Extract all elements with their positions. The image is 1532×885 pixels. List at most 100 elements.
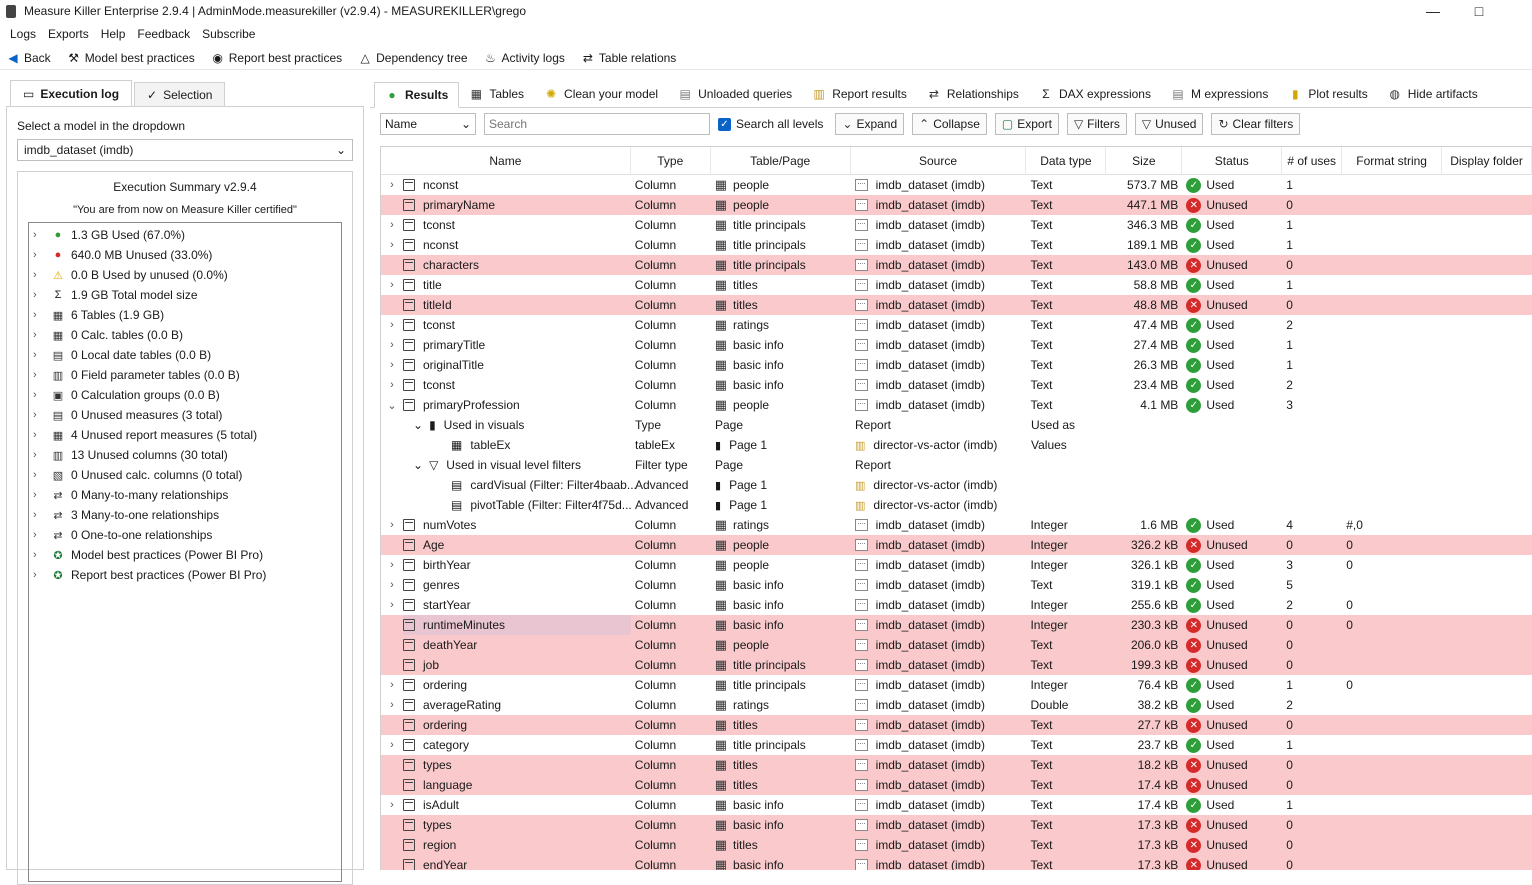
summary-item[interactable]: › ✪ Report best practices (Power BI Pro) [33, 565, 337, 585]
table-row[interactable]: language Column ▦ titles imdb_dataset (imdb)… [381, 775, 1532, 795]
chevron-right-icon[interactable]: › [33, 229, 47, 241]
summary-item[interactable]: › ● 1.3 GB Used (67.0%) [33, 225, 337, 245]
chevron-right-icon[interactable]: › [381, 375, 403, 395]
chevron-right-icon[interactable]: › [33, 489, 47, 501]
table-row[interactable]: types Column ▦ titles imdb_dataset (imdb) Tex… [381, 755, 1532, 775]
chevron-right-icon[interactable]: › [381, 595, 403, 615]
table-row[interactable]: › isAdult Column ▦ basic info imdb_dataset (i… [381, 795, 1532, 815]
chevron-right-icon[interactable]: › [381, 335, 403, 355]
summary-item[interactable]: › ● 640.0 MB Unused (33.0%) [33, 245, 337, 265]
chevron-right-icon[interactable]: › [33, 509, 47, 521]
chevron-right-icon[interactable]: › [381, 515, 403, 535]
chevron-right-icon[interactable]: › [381, 235, 403, 255]
chevron-right-icon[interactable]: › [381, 315, 403, 335]
tab-tables[interactable]: ▦ Tables [459, 81, 534, 107]
table-row[interactable]: job Column ▦ title principals imdb_dataset (… [381, 655, 1532, 675]
search-field-select[interactable]: Name ⌄ [380, 113, 476, 135]
column-header-display-folder[interactable]: Display folder [1442, 147, 1532, 175]
expand-button[interactable]: ⌄ Expand [835, 113, 905, 135]
table-row[interactable]: ordering Column ▦ titles imdb_dataset (imdb)… [381, 715, 1532, 735]
table-row[interactable]: primaryName Column ▦ people imdb_dataset (im… [381, 195, 1532, 215]
chevron-right-icon[interactable]: › [33, 329, 47, 341]
summary-item[interactable]: › ▤ 0 Unused measures (3 total) [33, 405, 337, 425]
column-header-name[interactable]: Name [381, 147, 631, 175]
tab-plot-results[interactable]: ▮ Plot results [1278, 81, 1377, 107]
chevron-right-icon[interactable]: › [33, 449, 47, 461]
tab-execution-log[interactable]: ▭ Execution log [10, 80, 133, 106]
tab-m-expressions[interactable]: ▤ M expressions [1161, 81, 1278, 107]
summary-item[interactable]: › ▤ 0 Local date tables (0.0 B) [33, 345, 337, 365]
tab-dax-expressions[interactable]: Σ DAX expressions [1029, 81, 1161, 107]
chevron-right-icon[interactable]: › [381, 695, 403, 715]
summary-item[interactable]: › ⇄ 0 Many-to-many relationships [33, 485, 337, 505]
summary-item[interactable]: › ⚠ 0.0 B Used by unused (0.0%) [33, 265, 337, 285]
chevron-right-icon[interactable]: › [33, 289, 47, 301]
column-header-source[interactable]: Source [851, 147, 1027, 175]
summary-item[interactable]: › ▥ 13 Unused columns (30 total) [33, 445, 337, 465]
table-row[interactable]: deathYear Column ▦ people imdb_dataset (imdb… [381, 635, 1532, 655]
chevron-right-icon[interactable]: › [33, 529, 47, 541]
activity-logs-button[interactable]: ♨ Activity logs [484, 51, 565, 65]
table-row[interactable]: › primaryTitle Column ▦ basic info imdb_datas… [381, 335, 1532, 355]
summary-item[interactable]: › Σ 1.9 GB Total model size [33, 285, 337, 305]
chevron-right-icon[interactable]: › [381, 575, 403, 595]
table-row[interactable]: › tconst Column ▦ title principals imdb_datas… [381, 215, 1532, 235]
chevron-right-icon[interactable]: › [381, 215, 403, 235]
detail-row[interactable]: ▤ cardVisual (Filter: Filter4baab... Advan… [381, 475, 1532, 495]
chevron-right-icon[interactable]: › [33, 309, 47, 321]
tab-hide-artifacts[interactable]: ◍ Hide artifacts [1378, 81, 1488, 107]
dependency-tree-button[interactable]: △ Dependency tree [358, 51, 468, 65]
menu-logs[interactable]: Logs [4, 27, 42, 41]
chevron-right-icon[interactable]: › [33, 389, 47, 401]
report-best-practices-button[interactable]: ◉ Report best practices [211, 51, 343, 65]
chevron-right-icon[interactable]: › [381, 175, 403, 195]
search-input[interactable] [484, 113, 710, 135]
menu-help[interactable]: Help [95, 27, 132, 41]
chevron-right-icon[interactable]: › [33, 349, 47, 361]
column-header-type[interactable]: Type [631, 147, 711, 175]
chevron-right-icon[interactable]: › [381, 555, 403, 575]
menu-feedback[interactable]: Feedback [131, 27, 196, 41]
chevron-right-icon[interactable]: › [33, 429, 47, 441]
column-header-format-string[interactable]: Format string [1342, 147, 1443, 175]
chevron-right-icon[interactable]: › [381, 275, 403, 295]
summary-item[interactable]: › ▥ 0 Field parameter tables (0.0 B) [33, 365, 337, 385]
table-row[interactable]: runtimeMinutes Column ▦ basic info imdb_data… [381, 615, 1532, 635]
chevron-right-icon[interactable]: › [33, 549, 47, 561]
clear-filters-button[interactable]: ↻ Clear filters [1211, 113, 1301, 135]
tab-report-results[interactable]: ▥ Report results [802, 81, 917, 107]
table-row[interactable]: › nconst Column ▦ title principals imdb_datas… [381, 235, 1532, 255]
menu-exports[interactable]: Exports [42, 27, 95, 41]
chevron-down-icon[interactable]: ⌄ [413, 458, 423, 472]
chevron-down-icon[interactable]: ⌄ [413, 418, 423, 432]
unused-button[interactable]: ▽ Unused [1134, 113, 1204, 135]
tab-relationships[interactable]: ⇄ Relationships [917, 81, 1029, 107]
filters-button[interactable]: ▽ Filters [1066, 113, 1127, 135]
detail-row[interactable]: ⌄ ▮ Used in visuals Type Page Report Used as [381, 415, 1532, 435]
table-row[interactable]: › genres Column ▦ basic info imdb_dataset (im… [381, 575, 1532, 595]
chevron-right-icon[interactable]: › [33, 369, 47, 381]
column-header-status[interactable]: Status [1182, 147, 1283, 175]
chevron-down-icon[interactable]: ⌄ [381, 395, 403, 415]
table-row[interactable]: › title Column ▦ titles imdb_dataset (imdb) Te… [381, 275, 1532, 295]
table-row[interactable]: › ordering Column ▦ title principals imdb_dat… [381, 675, 1532, 695]
table-row[interactable]: › category Column ▦ title principals imdb_dat… [381, 735, 1532, 755]
table-row[interactable]: › tconst Column ▦ basic info imdb_dataset (im… [381, 375, 1532, 395]
column-header-data-type[interactable]: Data type [1026, 147, 1107, 175]
column-header-table-page[interactable]: Table/Page [711, 147, 851, 175]
chevron-right-icon[interactable]: › [381, 795, 403, 815]
summary-item[interactable]: › ▣ 0 Calculation groups (0.0 B) [33, 385, 337, 405]
minimize-icon[interactable]: — [1410, 0, 1456, 22]
summary-item[interactable]: › ▦ 4 Unused report measures (5 total) [33, 425, 337, 445]
chevron-right-icon[interactable]: › [381, 355, 403, 375]
table-row[interactable]: region Column ▦ titles imdb_dataset (imdb) Te… [381, 835, 1532, 855]
close-icon[interactable] [1502, 0, 1532, 22]
model-dropdown[interactable]: imdb_dataset (imdb) ⌄ [17, 139, 353, 161]
chevron-right-icon[interactable]: › [33, 249, 47, 261]
table-row[interactable]: › startYear Column ▦ basic info imdb_dataset … [381, 595, 1532, 615]
summary-item[interactable]: › ▦ 0 Calc. tables (0.0 B) [33, 325, 337, 345]
tab-clean-your-model[interactable]: ✺ Clean your model [534, 81, 668, 107]
detail-row[interactable]: ▤ pivotTable (Filter: Filter4f75d... Advan… [381, 495, 1532, 515]
table-relations-button[interactable]: ⇄ Table relations [581, 51, 676, 65]
export-button[interactable]: ▢ Export [994, 113, 1059, 135]
